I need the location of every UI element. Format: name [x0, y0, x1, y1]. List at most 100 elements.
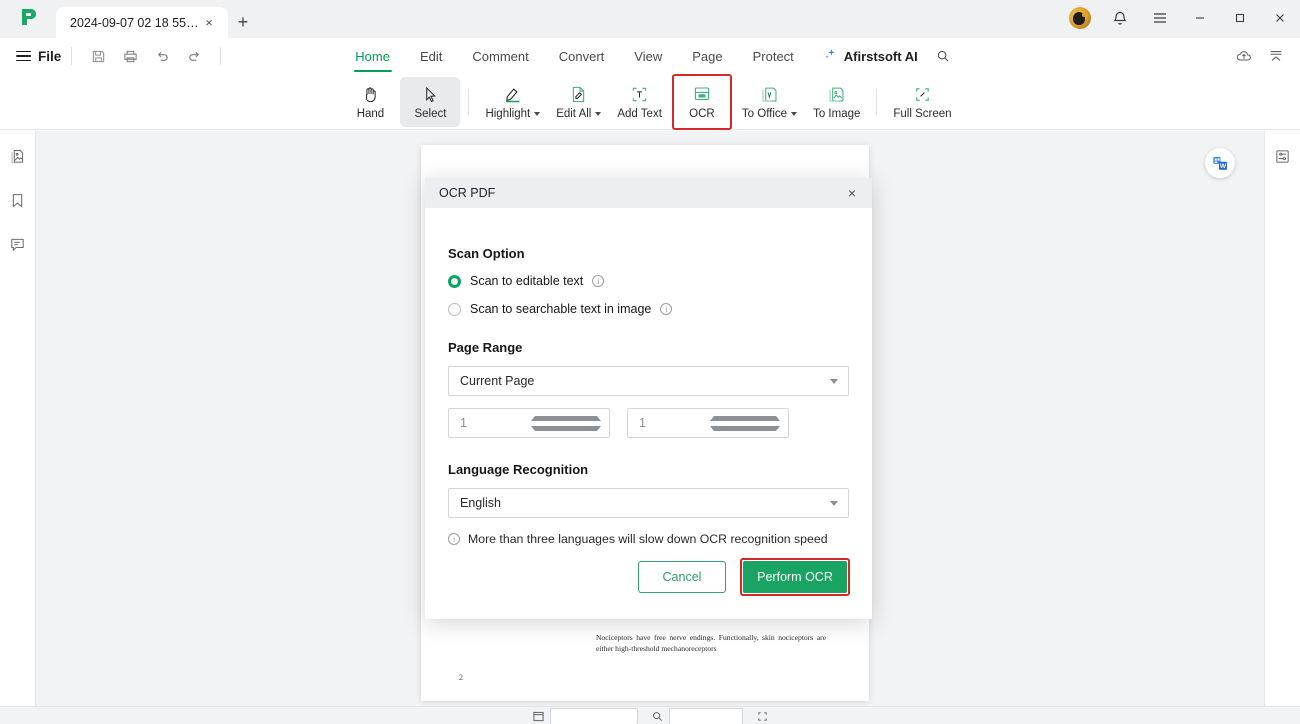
- page-range-to-value: 1: [639, 416, 646, 430]
- radio-scan-searchable-image[interactable]: Scan to searchable text in image i: [448, 302, 849, 316]
- spinner-arrows[interactable]: [709, 415, 784, 431]
- afirstsoft-ai-label: Afirstsoft AI: [843, 48, 918, 64]
- close-icon[interactable]: ×: [842, 183, 862, 203]
- status-bar: [0, 706, 1300, 724]
- bookmark-icon[interactable]: [5, 187, 31, 213]
- tool-ocr[interactable]: OCR: [671, 73, 732, 130]
- stepper-down-icon[interactable]: [709, 425, 780, 431]
- tool-label: Add Text: [617, 108, 662, 120]
- document-tab[interactable]: 2024-09-07 02 18 55.pdf ×: [56, 7, 228, 38]
- chevron-down-icon[interactable]: [791, 112, 798, 116]
- print-icon[interactable]: [114, 42, 146, 70]
- collapse-ribbon-icon[interactable]: [1262, 42, 1290, 70]
- tab-label: Comment: [472, 48, 529, 64]
- window-controls: [1060, 0, 1300, 38]
- tool-label: OCR: [689, 108, 715, 120]
- view-mode-field[interactable]: [549, 707, 638, 724]
- radio-button-selected[interactable]: [448, 274, 461, 288]
- tool-label-text: Highlight: [485, 108, 531, 120]
- zoom-control[interactable]: [652, 707, 743, 724]
- minimize-button[interactable]: [1180, 2, 1220, 34]
- close-window-button[interactable]: [1260, 2, 1300, 34]
- radio-scan-editable-text[interactable]: Scan to editable text i: [448, 274, 849, 288]
- stepper-up-icon[interactable]: [530, 415, 601, 421]
- ocr-icon: [692, 83, 712, 105]
- zoom-field[interactable]: [668, 707, 743, 724]
- radio-button[interactable]: [448, 302, 461, 316]
- chevron-down-icon[interactable]: [595, 112, 602, 116]
- file-menu-icon: [16, 48, 31, 65]
- tool-label: Highlight: [485, 108, 541, 120]
- tool-hand[interactable]: Hand: [340, 77, 400, 127]
- cloud-upload-icon[interactable]: [1230, 42, 1258, 70]
- close-tab-icon[interactable]: ×: [200, 14, 218, 32]
- perform-ocr-button[interactable]: Perform OCR: [743, 561, 847, 593]
- tab-home[interactable]: Home: [340, 41, 405, 71]
- page-range-select[interactable]: Current Page: [448, 366, 849, 396]
- info-icon[interactable]: i: [660, 303, 673, 315]
- tab-view[interactable]: View: [619, 41, 677, 71]
- stepper-up-icon[interactable]: [709, 415, 780, 421]
- save-icon[interactable]: [82, 42, 114, 70]
- to-word-icon[interactable]: W: [1205, 148, 1235, 178]
- page-body-text: Nociceptors have free nerve endings. Fun…: [596, 633, 826, 653]
- info-icon[interactable]: i: [592, 275, 605, 287]
- undo-icon[interactable]: [146, 42, 178, 70]
- spinner-arrows[interactable]: [530, 415, 605, 431]
- tab-edit[interactable]: Edit: [405, 41, 457, 71]
- app-menu-icon[interactable]: [1140, 2, 1180, 34]
- chevron-down-icon[interactable]: [534, 112, 541, 116]
- perform-ocr-highlight: Perform OCR: [740, 558, 850, 596]
- view-mode-control[interactable]: [532, 707, 638, 724]
- tool-full-screen[interactable]: Full Screen: [885, 77, 959, 127]
- tab-title: 2024-09-07 02 18 55.pdf: [70, 15, 200, 30]
- bell-icon[interactable]: [1100, 2, 1140, 34]
- add-text-icon: [630, 83, 649, 105]
- chevron-down-icon[interactable]: [830, 378, 838, 384]
- comment-icon[interactable]: [5, 231, 31, 257]
- divider: [220, 47, 222, 65]
- tab-label: Home: [355, 48, 390, 64]
- tool-label: Edit All: [556, 108, 602, 120]
- cursor-arrow-icon: [421, 83, 440, 105]
- page-range-to-input[interactable]: 1: [627, 408, 789, 438]
- language-select[interactable]: English: [448, 488, 849, 518]
- to-image-icon: [827, 83, 846, 105]
- cancel-button[interactable]: Cancel: [638, 561, 726, 593]
- dialog-header: OCR PDF ×: [425, 178, 872, 208]
- tool-label: To Image: [813, 108, 861, 120]
- tool-to-office[interactable]: To Office: [734, 77, 805, 127]
- properties-panel-icon[interactable]: [1270, 143, 1296, 169]
- edit-page-icon: [569, 83, 588, 105]
- file-menu-button[interactable]: File: [16, 48, 61, 65]
- page-range-from-input[interactable]: 1: [448, 408, 610, 438]
- avatar[interactable]: [1060, 2, 1100, 34]
- language-value: English: [460, 496, 501, 510]
- tab-label: Edit: [419, 48, 443, 64]
- divider: [876, 88, 878, 115]
- stepper-down-icon[interactable]: [530, 425, 601, 431]
- fit-control[interactable]: [757, 707, 768, 724]
- chevron-down-icon[interactable]: [830, 500, 838, 506]
- search-icon[interactable]: [926, 49, 960, 63]
- maximize-button[interactable]: [1220, 2, 1260, 34]
- tool-select[interactable]: Select: [400, 76, 461, 127]
- tool-edit-all[interactable]: Edit All: [548, 77, 609, 127]
- thumbnails-icon[interactable]: [5, 143, 31, 169]
- afirstsoft-ai-button[interactable]: Afirstsoft AI: [809, 47, 926, 65]
- svg-text:W: W: [1219, 162, 1226, 169]
- redo-icon[interactable]: [178, 42, 210, 70]
- tab-convert[interactable]: Convert: [544, 41, 620, 71]
- page-number-label: 2: [459, 673, 463, 682]
- tab-protect[interactable]: Protect: [738, 41, 809, 71]
- hand-icon: [361, 83, 380, 105]
- page-range-from-value: 1: [460, 416, 467, 430]
- tab-label: Convert: [558, 48, 605, 64]
- tool-add-text[interactable]: Add Text: [609, 77, 670, 127]
- tab-comment[interactable]: Comment: [457, 41, 543, 71]
- new-tab-button[interactable]: +: [228, 7, 258, 38]
- tab-page[interactable]: Page: [677, 41, 737, 71]
- tool-highlight[interactable]: Highlight: [477, 77, 548, 127]
- ocr-dialog: OCR PDF × Scan Option Scan to editable t…: [425, 178, 872, 619]
- tool-to-image[interactable]: To Image: [805, 77, 868, 127]
